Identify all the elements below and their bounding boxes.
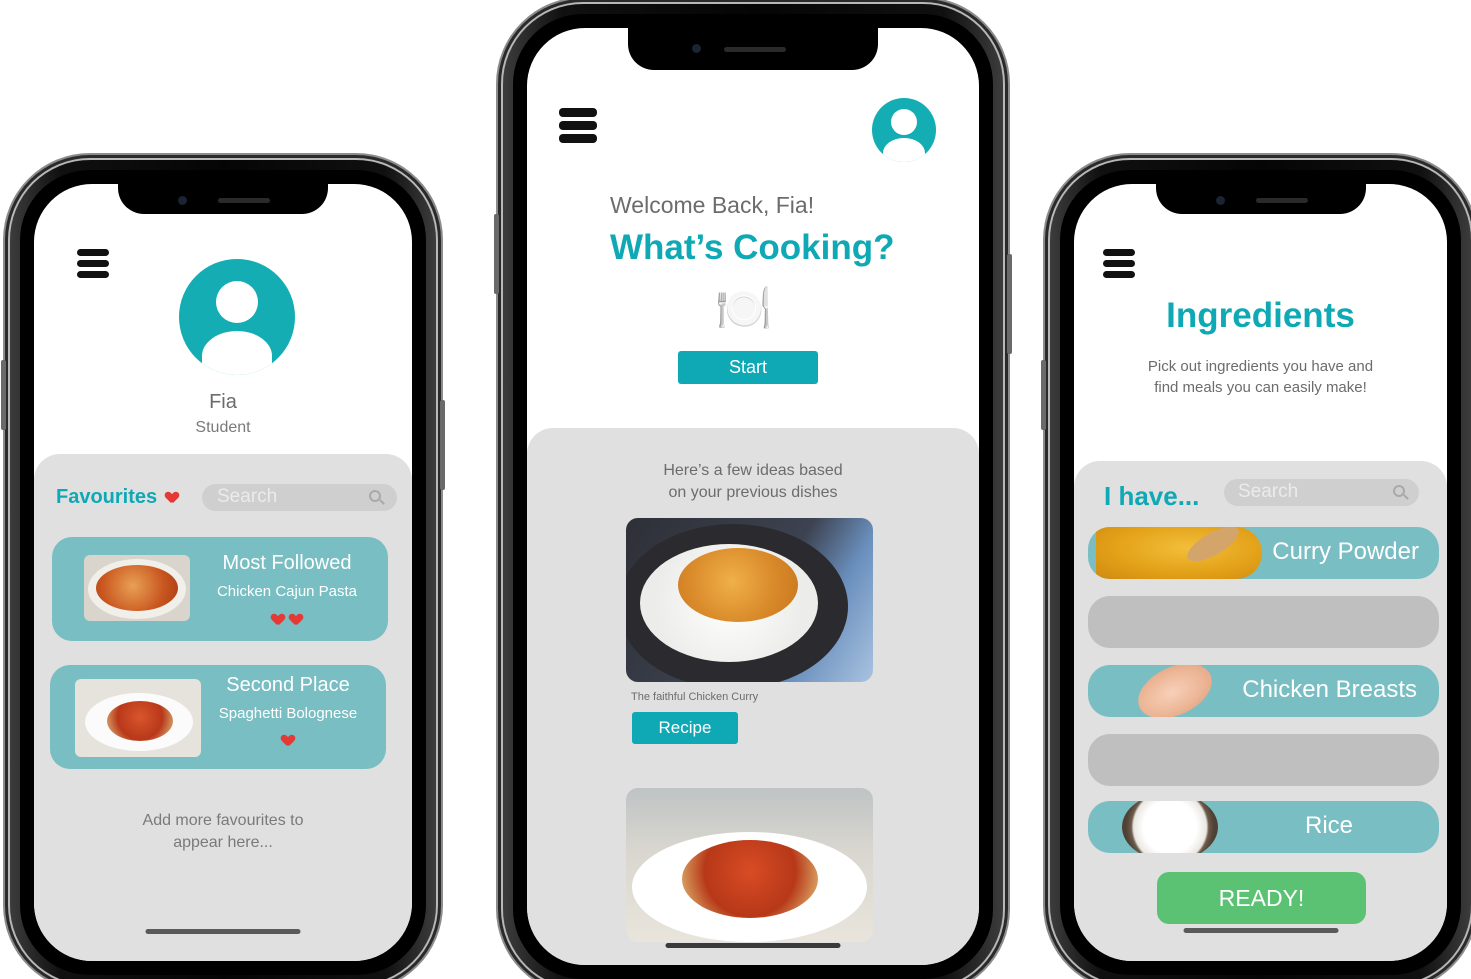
ingredients-subtitle: Pick out ingredients you have and find m…	[1074, 356, 1447, 398]
ingredient-empty-slot[interactable]	[1088, 596, 1439, 648]
heart-icon	[290, 614, 302, 625]
front-camera	[1215, 196, 1225, 205]
volume-button	[1041, 360, 1046, 430]
add-more-text: Add more favourites to appear here...	[34, 810, 412, 854]
profile-avatar[interactable]	[179, 259, 295, 375]
speaker	[724, 47, 786, 52]
recipe-caption: The faithful Chicken Curry	[631, 691, 759, 703]
power-button	[1007, 254, 1012, 354]
ingredients-title: Ingredients	[1166, 296, 1355, 335]
ideas-panel: Here’s a few ideas based on your previou…	[527, 428, 979, 965]
welcome-text: Welcome Back, Fia!	[610, 192, 815, 218]
card-dish: Spaghetti Bolognese	[218, 705, 358, 722]
home-indicator[interactable]	[1183, 928, 1338, 933]
add-more-line: appear here...	[173, 834, 273, 851]
profile-name: Fia	[209, 391, 237, 413]
hamburger-menu-icon[interactable]	[1103, 249, 1135, 278]
profile-screen: Fia Student Favourites Search Most Follo	[34, 184, 412, 961]
search-icon	[1393, 485, 1405, 497]
curry	[678, 548, 798, 622]
search-icon	[369, 490, 381, 502]
favourites-search-input[interactable]: Search	[202, 484, 397, 511]
hamburger-menu-icon[interactable]	[559, 108, 597, 143]
pasta	[96, 565, 178, 611]
home-indicator[interactable]	[665, 943, 841, 948]
card-title: Second Place	[226, 674, 350, 696]
speaker	[1255, 198, 1308, 203]
favourite-card[interactable]: Most Followed Chicken Cajun Pasta	[52, 537, 388, 641]
ingredients-phone: Ingredients Pick out ingredients you hav…	[1041, 160, 1471, 979]
heart-icon	[166, 492, 178, 503]
subtitle-line: Pick out ingredients you have and	[1147, 358, 1374, 375]
home-screen: Welcome Back, Fia! What’s Cooking? 🍽️ St…	[527, 28, 979, 965]
avatar-body	[883, 138, 925, 162]
i-have-panel: I have... Search Curry Powder Chicken Br…	[1074, 461, 1447, 961]
heart-icon	[272, 614, 284, 625]
home-phone: Welcome Back, Fia! What’s Cooking? 🍽️ St…	[494, 4, 1012, 979]
avatar-head	[891, 109, 917, 135]
ideas-line: on your previous dishes	[668, 484, 838, 501]
ready-button[interactable]: READY!	[1157, 872, 1366, 924]
volume-button	[494, 214, 499, 294]
profile-role: Student	[195, 419, 251, 436]
plate-cutlery-icon: 🍽️	[715, 281, 773, 335]
ingredient-label: Rice	[1304, 812, 1353, 839]
i-have-label: I have...	[1104, 481, 1200, 511]
notch	[118, 184, 328, 214]
spaghetti	[107, 701, 173, 741]
home-indicator[interactable]	[145, 929, 301, 934]
pasta-thumbnail	[84, 555, 190, 621]
card-title: Most Followed	[222, 552, 352, 574]
spaghetti-image[interactable]	[626, 788, 873, 942]
front-camera	[692, 44, 701, 53]
ingredient-search-input[interactable]: Search	[1224, 479, 1419, 506]
start-button[interactable]: Start	[678, 351, 818, 384]
card-hearts	[198, 731, 378, 750]
ingredient-chicken-breasts[interactable]: Chicken Breasts	[1088, 665, 1439, 717]
ingredient-rice[interactable]: Rice	[1088, 801, 1439, 853]
bezel: Ingredients Pick out ingredients you hav…	[1060, 170, 1461, 975]
headline: What’s Cooking?	[610, 228, 895, 267]
avatar-body	[202, 331, 272, 375]
ideas-text: Here’s a few ideas based on your previou…	[527, 460, 979, 504]
recipe-button[interactable]: Recipe	[632, 712, 738, 744]
profile-avatar-icon[interactable]	[872, 98, 936, 162]
volume-button	[1, 360, 6, 430]
hamburger-menu-icon[interactable]	[77, 249, 109, 278]
speaker	[218, 198, 270, 203]
ingredient-empty-slot[interactable]	[1088, 734, 1439, 786]
power-button	[440, 400, 445, 490]
search-placeholder: Search	[217, 486, 278, 507]
favourite-card[interactable]: Second Place Spaghetti Bolognese	[50, 665, 386, 769]
favourites-title: Favourites	[56, 486, 178, 509]
heart-icon	[282, 735, 294, 746]
ingredient-curry-powder[interactable]: Curry Powder	[1088, 527, 1439, 579]
bezel: Welcome Back, Fia! What’s Cooking? 🍽️ St…	[513, 14, 993, 979]
card-dish: Chicken Cajun Pasta	[216, 583, 358, 600]
spaghetti-thumbnail	[75, 679, 201, 757]
bezel: Fia Student Favourites Search Most Follo	[20, 170, 426, 975]
avatar-head	[216, 281, 258, 323]
favourites-label: Favourites	[56, 486, 158, 508]
profile-phone: Fia Student Favourites Search Most Follo	[1, 160, 445, 979]
add-more-line: Add more favourites to	[142, 812, 304, 829]
ingredient-label: Chicken Breasts	[1242, 676, 1417, 703]
front-camera	[178, 196, 187, 205]
rice-bowl-image	[1122, 801, 1218, 853]
notch	[628, 28, 878, 70]
ideas-line: Here’s a few ideas based	[663, 462, 843, 479]
chicken-image	[1129, 665, 1221, 717]
subtitle-line: find meals you can easily make!	[1154, 379, 1367, 396]
spaghetti	[682, 840, 818, 918]
chicken-curry-image[interactable]	[626, 518, 873, 682]
ingredient-label: Curry Powder	[1272, 538, 1419, 565]
search-placeholder: Search	[1238, 481, 1299, 502]
card-hearts	[192, 610, 382, 629]
notch	[1155, 184, 1366, 214]
ingredients-screen: Ingredients Pick out ingredients you hav…	[1074, 184, 1447, 961]
favourites-panel: Favourites Search Most Followed Chicken …	[34, 454, 412, 961]
